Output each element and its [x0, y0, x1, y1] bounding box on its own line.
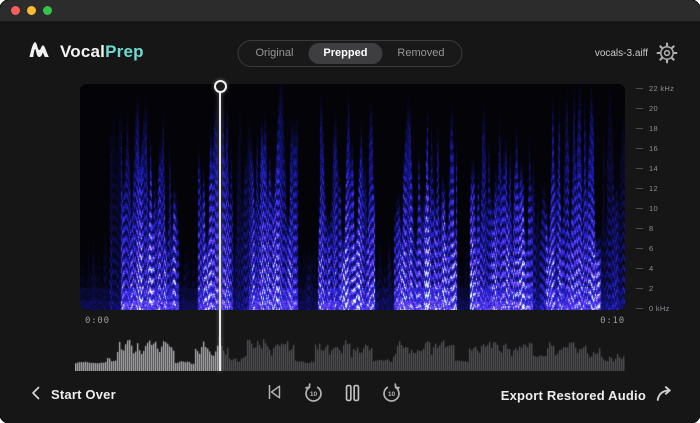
- freq-label: 0 kHz: [649, 303, 670, 313]
- app-logo: VocalPrep: [28, 40, 144, 64]
- chevron-left-icon: [30, 385, 42, 404]
- app-title: VocalPrep: [60, 42, 144, 61]
- freq-label: 8: [649, 223, 654, 233]
- freq-tick: [636, 107, 643, 109]
- freq-tick: [636, 147, 643, 149]
- spectrogram-canvas[interactable]: [80, 84, 625, 310]
- frequency-axis: 22 kHz 20 18 16 14 12 10 8 6 4 2 0 kHz: [636, 84, 698, 318]
- app-window: VocalPrep Original Prepped Removed vocals-…: [0, 0, 700, 423]
- freq-tick: [636, 287, 643, 289]
- tab-prepped[interactable]: Prepped: [308, 43, 383, 64]
- pause-icon: [342, 384, 364, 407]
- freq-label: 16: [649, 143, 658, 153]
- export-label: Export Restored Audio: [500, 387, 646, 403]
- close-window-button[interactable]: [11, 6, 20, 15]
- gear-icon: [656, 42, 678, 67]
- start-over-label: Start Over: [51, 387, 116, 402]
- transport-controls: 10 10: [264, 382, 403, 404]
- view-tab-group: Original Prepped Removed: [237, 40, 463, 67]
- rewind-10-button[interactable]: 10: [303, 382, 325, 404]
- freq-tick: [636, 307, 643, 309]
- freq-label: 22 kHz: [649, 83, 675, 93]
- minimize-window-button[interactable]: [27, 6, 36, 15]
- export-arrow-icon: [655, 385, 674, 405]
- freq-label: 20: [649, 103, 658, 113]
- freq-label: 10: [649, 203, 658, 213]
- titlebar: [0, 0, 700, 22]
- forward-10-button[interactable]: 10: [381, 382, 403, 404]
- svg-text:10: 10: [310, 391, 318, 398]
- freq-label: 18: [649, 123, 658, 133]
- time-end-label: 0:10: [600, 316, 625, 326]
- freq-tick: [636, 227, 643, 229]
- svg-text:10: 10: [388, 391, 396, 398]
- skip-to-start-icon: [265, 384, 285, 405]
- freq-tick: [636, 247, 643, 249]
- skip-to-start-button[interactable]: [264, 382, 286, 404]
- forward-10-icon: 10: [381, 383, 403, 407]
- time-start-label: 0:00: [85, 316, 110, 326]
- freq-label: 4: [649, 263, 654, 273]
- playhead-handle[interactable]: [213, 80, 227, 93]
- start-over-button[interactable]: Start Over: [30, 385, 116, 404]
- freq-tick: [636, 187, 643, 189]
- freq-label: 12: [649, 183, 658, 193]
- freq-tick: [636, 267, 643, 269]
- loaded-filename: vocals-3.aiff: [594, 48, 648, 59]
- freq-label: 6: [649, 243, 654, 253]
- waveform-overview[interactable]: [75, 337, 625, 371]
- tab-original[interactable]: Original: [241, 43, 309, 64]
- freq-tick: [636, 127, 643, 129]
- freq-tick: [636, 207, 643, 209]
- pause-button[interactable]: [342, 382, 364, 404]
- freq-label: 2: [649, 283, 654, 293]
- settings-button[interactable]: [656, 42, 678, 64]
- rewind-10-icon: 10: [303, 383, 325, 407]
- freq-label: 14: [649, 163, 658, 173]
- export-restored-audio-button[interactable]: Export Restored Audio: [501, 385, 674, 405]
- vocalprep-waveform-icon: [28, 40, 53, 64]
- zoom-window-button[interactable]: [43, 6, 52, 15]
- spectrogram-panel: [80, 84, 625, 310]
- freq-tick: [636, 167, 643, 169]
- tab-removed[interactable]: Removed: [382, 43, 459, 64]
- freq-tick: [636, 87, 643, 89]
- playhead-line[interactable]: [219, 91, 222, 371]
